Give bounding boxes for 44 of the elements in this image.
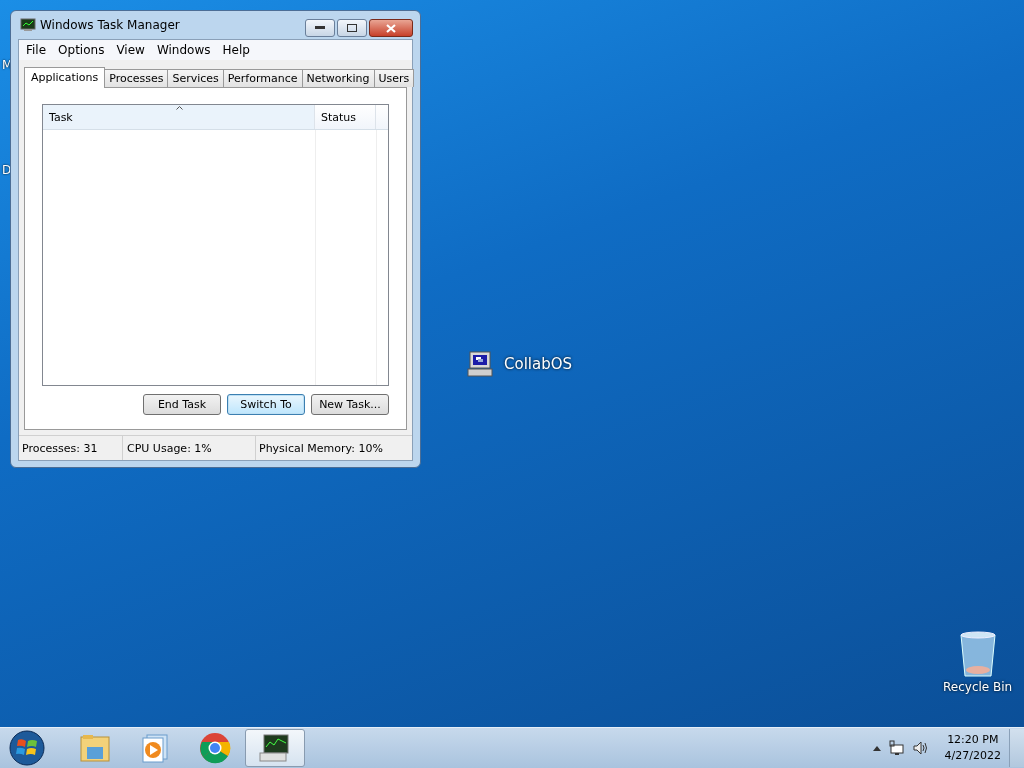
tab[interactable]: Services	[167, 69, 224, 87]
close-icon	[386, 23, 396, 33]
minimize-icon	[315, 26, 325, 30]
sort-caret-icon	[176, 106, 183, 110]
menu-item[interactable]: Windows	[150, 43, 217, 57]
computer-icon[interactable]	[466, 350, 494, 378]
media-player-icon	[141, 733, 169, 763]
status-text: CPU Usage: 1%	[123, 436, 256, 460]
browser-icon	[199, 732, 231, 764]
minimize-button[interactable]	[305, 19, 335, 37]
start-orb-icon[interactable]	[9, 730, 45, 766]
menu-item[interactable]: File	[20, 43, 53, 57]
taskbar-button[interactable]	[245, 729, 305, 767]
column-header[interactable]: Status	[315, 105, 376, 129]
tab[interactable]: Users	[373, 69, 415, 87]
dialog-button[interactable]: Switch To	[227, 394, 305, 415]
tab[interactable]: Processes	[104, 69, 169, 87]
tab[interactable]: Performance	[222, 69, 303, 87]
window-title: Windows Task Manager	[40, 18, 180, 32]
menu-item[interactable]: Options	[52, 43, 111, 57]
folder-icon	[79, 733, 111, 763]
clock[interactable]: 12:20 PM 4/27/2022	[944, 732, 1001, 764]
volume-icon[interactable]	[912, 740, 929, 756]
column-header[interactable]: Task	[43, 105, 315, 129]
icon-label: D	[2, 163, 12, 177]
menu-item[interactable]: View	[110, 43, 151, 57]
tab[interactable]: Networking	[301, 69, 375, 87]
status-text: Physical Memory: 10%	[258, 440, 384, 457]
maximize-icon	[347, 24, 357, 32]
status-text: Processes: 31	[19, 436, 123, 460]
network-icon[interactable]	[888, 740, 905, 756]
dialog-button[interactable]: New Task...	[311, 394, 389, 415]
monitor-icon	[20, 18, 36, 32]
task-list[interactable]: Task Status	[42, 104, 389, 386]
close-button[interactable]	[369, 19, 413, 37]
dialog-button[interactable]: End Task	[143, 394, 221, 415]
maximize-button[interactable]	[337, 19, 367, 37]
monitor-icon	[258, 733, 292, 763]
menu-item[interactable]: Help	[216, 43, 256, 57]
show-hidden-icons-icon[interactable]	[872, 745, 881, 751]
tab[interactable]: Applications	[24, 67, 106, 88]
icon-label[interactable]: Recycle Bin	[943, 680, 1013, 694]
icon-label[interactable]: CollabOS	[504, 355, 573, 373]
trash-bin-icon[interactable]	[957, 630, 998, 678]
